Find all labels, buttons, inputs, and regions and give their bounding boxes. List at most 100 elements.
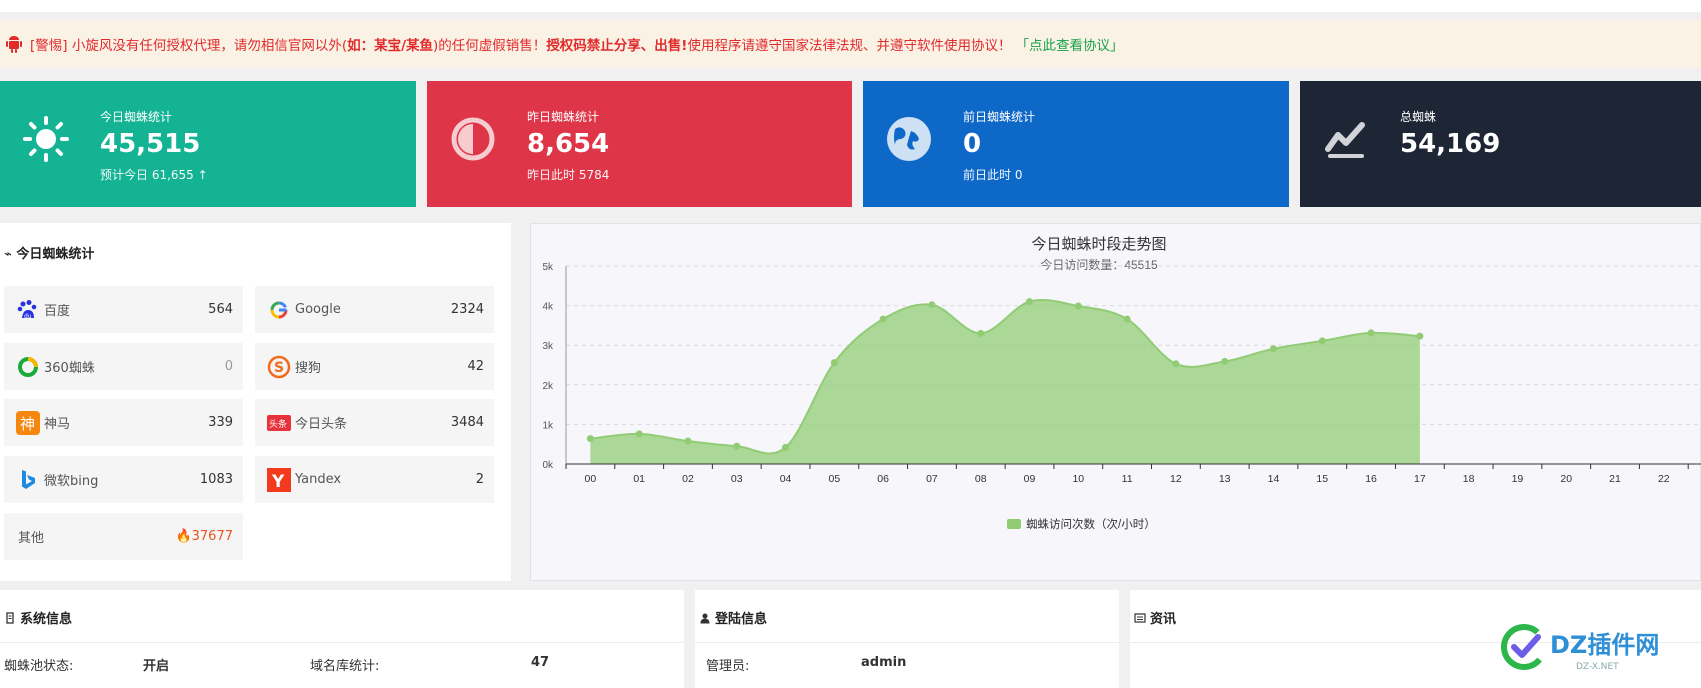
- data-point[interactable]: [635, 430, 643, 438]
- domain-count-label: 域名库统计:: [310, 659, 380, 674]
- x-tick-label: 05: [829, 473, 841, 485]
- engine-name: 搜狗: [295, 361, 322, 376]
- admin-value: admin: [861, 655, 907, 670]
- sun-icon: [23, 116, 69, 162]
- data-point[interactable]: [1074, 302, 1082, 310]
- x-tick-label: 02: [682, 473, 694, 485]
- trend-chart: 今日蜘蛛时段走势图 今日访问数量：45515 0k 1k 2k 3k 4k 5k 00 01 0…: [542, 236, 1701, 531]
- engine-baidu[interactable]: du 百度 564: [4, 286, 243, 333]
- arrow-up-icon: ↑: [197, 168, 208, 182]
- engine-count: 564: [208, 302, 233, 317]
- engine-shenma[interactable]: 神 神马 339: [4, 399, 243, 446]
- engine-count: 42: [467, 359, 484, 374]
- data-point[interactable]: [586, 435, 594, 443]
- spider-pool-status-label: 蜘蛛池状态:: [4, 659, 74, 674]
- stat-sub: 前日此时 0: [963, 168, 1023, 182]
- y-tick-label: 2k: [542, 381, 554, 392]
- google-icon: [267, 298, 291, 322]
- stat-sub: 预计今日 61,655 ↑: [100, 168, 208, 182]
- today-spider-panel: ⌁ 今日蜘蛛统计 du 百度 564 Google 2324 360蜘蛛 0 S…: [0, 223, 511, 581]
- engine-name: 微软bing: [44, 474, 99, 489]
- data-point[interactable]: [1172, 360, 1180, 368]
- notice-text-1: [警惕] 小旋风没有任何授权代理，请勿相信官网以外(: [30, 38, 348, 54]
- engine-bing[interactable]: 微软bing 1083: [4, 456, 243, 503]
- data-point[interactable]: [1221, 357, 1229, 365]
- x-tick-label: 20: [1560, 473, 1572, 485]
- engine-yandex[interactable]: Y Yandex 2: [255, 456, 494, 503]
- android-icon: [6, 36, 22, 53]
- x-tick-label: 03: [731, 473, 743, 485]
- engine-count: 2324: [450, 302, 484, 317]
- data-point[interactable]: [1026, 298, 1034, 306]
- notice-text-2: )的任何虚假销售！: [433, 38, 547, 54]
- stat-card-yesterday: 昨日蜘蛛统计 8,654 昨日此时 5784: [427, 81, 852, 207]
- watermark-sub: DZ-X.NET: [1576, 662, 1619, 672]
- fire-icon: 🔥: [175, 529, 192, 544]
- x-tick-label: 07: [926, 473, 938, 485]
- notice-bold-1: 如：某宝/某鱼: [347, 38, 434, 54]
- stat-label: 昨日蜘蛛统计: [527, 110, 600, 124]
- 360-icon: [16, 355, 40, 379]
- svg-text:头条: 头条: [269, 418, 287, 430]
- engine-name: 百度: [44, 304, 71, 319]
- stat-value: 54,169: [1400, 129, 1501, 159]
- data-point[interactable]: [879, 315, 887, 323]
- x-tick-label: 09: [1024, 473, 1036, 485]
- data-point[interactable]: [1269, 345, 1277, 353]
- baidu-icon: du: [16, 298, 40, 322]
- engine-name: Yandex: [295, 472, 342, 487]
- x-tick-label: 21: [1609, 473, 1621, 485]
- x-tick-label: 01: [633, 473, 645, 485]
- data-point[interactable]: [1123, 315, 1131, 323]
- engine-360[interactable]: 360蜘蛛 0: [4, 343, 243, 390]
- engine-count: 3484: [450, 415, 484, 430]
- x-tick-label: 11: [1122, 473, 1133, 485]
- x-tick-label: 04: [780, 473, 792, 485]
- divider: [695, 642, 1119, 643]
- engine-name: 神马: [44, 417, 71, 432]
- data-point[interactable]: [830, 359, 838, 367]
- stat-card-day-before: 前日蜘蛛统计 0 前日此时 0: [863, 81, 1289, 207]
- engine-count: 🔥37677: [175, 529, 233, 544]
- chart-title: 今日蜘蛛时段走势图: [1031, 236, 1166, 253]
- data-point[interactable]: [1367, 329, 1375, 337]
- engine-other[interactable]: 其他 🔥37677: [4, 513, 243, 560]
- stat-value: 45,515: [100, 129, 201, 159]
- engine-sogou[interactable]: S 搜狗 42: [255, 343, 494, 390]
- y-tick-label: 3k: [542, 341, 554, 352]
- data-point[interactable]: [684, 437, 692, 445]
- engine-name: Google: [295, 302, 341, 317]
- stat-label: 前日蜘蛛统计: [963, 110, 1036, 124]
- agreement-link[interactable]: 「点此查看协议」: [1015, 34, 1123, 54]
- user-icon: [700, 613, 710, 623]
- data-point[interactable]: [782, 443, 790, 451]
- spider-pool-status-value: 开启: [143, 659, 170, 674]
- warning-notice: [警惕] 小旋风没有任何授权代理，请勿相信官网以外(如：某宝/某鱼)的任何虚假销…: [0, 20, 1701, 68]
- domain-count-value: 47: [531, 655, 550, 670]
- shenma-icon: 神: [16, 410, 40, 435]
- data-point[interactable]: [977, 329, 985, 337]
- data-point[interactable]: [928, 301, 936, 309]
- engine-google[interactable]: Google 2324: [255, 286, 494, 333]
- top-strip: [0, 0, 1701, 12]
- trend-icon: [1325, 122, 1365, 158]
- data-point[interactable]: [1416, 332, 1424, 340]
- x-tick-label: 12: [1170, 473, 1182, 485]
- x-tick-label: 15: [1316, 473, 1328, 485]
- stat-label: 总蜘蛛: [1400, 110, 1437, 124]
- panel-title: 系统信息: [4, 608, 72, 627]
- svg-text:Y: Y: [271, 472, 285, 492]
- engine-toutiao[interactable]: 头条 今日头条 3484: [255, 399, 494, 446]
- data-point[interactable]: [1318, 337, 1326, 345]
- engine-count: 2: [475, 472, 484, 487]
- admin-label: 管理员:: [706, 659, 750, 674]
- x-tick-label: 06: [877, 473, 889, 485]
- half-circle-icon: [451, 117, 495, 161]
- data-point[interactable]: [733, 442, 741, 450]
- svg-text:神: 神: [20, 415, 35, 433]
- legend-label[interactable]: 蜘蛛访问次数（次/小时）: [1026, 517, 1156, 531]
- x-tick-label: 08: [975, 473, 987, 485]
- site-watermark: DZ插件网 DZ-X.NET: [1501, 624, 1659, 672]
- globe-icon: [887, 117, 931, 161]
- x-tick-label: 00: [585, 473, 597, 485]
